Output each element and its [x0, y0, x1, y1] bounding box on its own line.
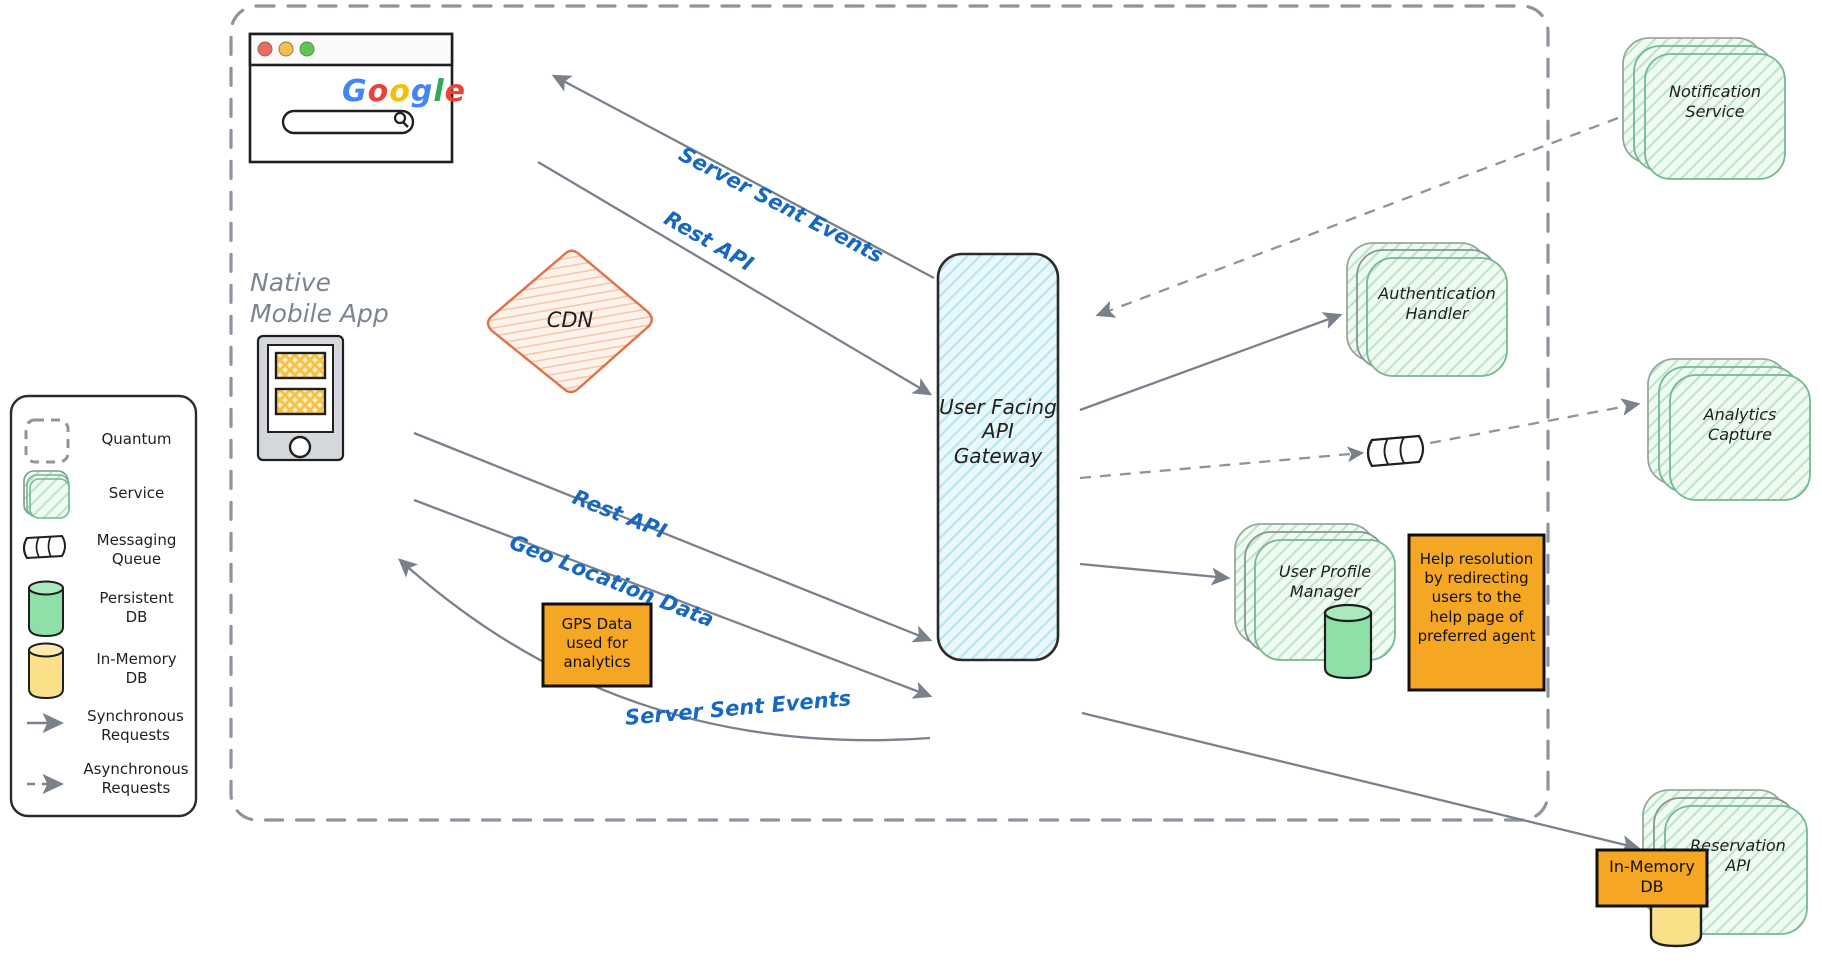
legend-label-service: Service — [108, 484, 165, 502]
browser-search-input — [281, 109, 415, 135]
edge-gateway-to-queue-async — [1079, 446, 1365, 480]
mobile-app-label: Native Mobile App — [250, 268, 389, 328]
diagram-svg — [9, 4, 1811, 948]
api-gateway-label: User Facing API Gateway — [939, 395, 1057, 468]
google-logo-letter-3: g — [410, 74, 434, 109]
edge-queue-to-analytics-async — [1429, 398, 1641, 445]
legend-icon-messaging-queue — [23, 534, 66, 560]
legend-label-persistent-db: Persistent DB — [99, 589, 174, 626]
legend-icon-in-memory-db — [28, 642, 64, 700]
architecture-diagram-canvas: Google Native Mobile App CDN User Facing… — [0, 0, 1822, 964]
node-messaging-queue — [1366, 434, 1425, 468]
google-logo-letter-2: o — [389, 74, 411, 109]
traffic-light-maximize — [299, 41, 315, 57]
google-logo-letter-1: o — [367, 74, 390, 109]
note-help-text: Help resolution by redirecting users to … — [1417, 550, 1536, 645]
node-profile-persistent-db — [1323, 603, 1373, 680]
user-profile-manager-label: User Profile Manager — [1278, 562, 1372, 601]
legend-label-synchronous-requests: Synchronous Requests — [87, 707, 184, 744]
legend-label-asynchronous-requests: Asynchronous Requests — [83, 760, 189, 797]
note-inmemory-text: In-Memory DB — [1609, 857, 1695, 897]
cdn-label: CDN — [546, 308, 594, 332]
legend-label-quantum: Quantum — [101, 430, 172, 448]
google-logo-letter-0: G — [342, 74, 368, 109]
google-logo-letter-4: l — [433, 74, 445, 109]
google-logo: Google — [342, 74, 466, 109]
phone-content-block-2 — [274, 387, 327, 416]
authentication-handler-label: Authentication Handler — [1378, 284, 1496, 323]
google-logo-letter-5: e — [444, 74, 467, 109]
notification-service-label: Notification Service — [1668, 82, 1762, 121]
analytics-capture-label: Analytics Capture — [1703, 405, 1777, 444]
note-gps-text: GPS Data used for analytics — [561, 615, 633, 672]
legend-icon-service — [23, 470, 70, 519]
phone-content-block-1 — [274, 351, 327, 380]
edge-gateway-to-reservation — [1081, 711, 1641, 853]
edge-gateway-to-user-profile — [1079, 562, 1231, 586]
traffic-light-minimize — [278, 41, 294, 57]
edge-gateway-to-auth — [1079, 312, 1343, 412]
traffic-light-close — [257, 41, 273, 57]
phone-home-button — [288, 435, 312, 459]
legend-icon-persistent-db — [28, 580, 64, 638]
mobile-device — [256, 334, 345, 462]
legend-label-messaging-queue: Messaging Queue — [96, 531, 177, 568]
legend-label-in-memory-db: In-Memory DB — [96, 650, 177, 687]
